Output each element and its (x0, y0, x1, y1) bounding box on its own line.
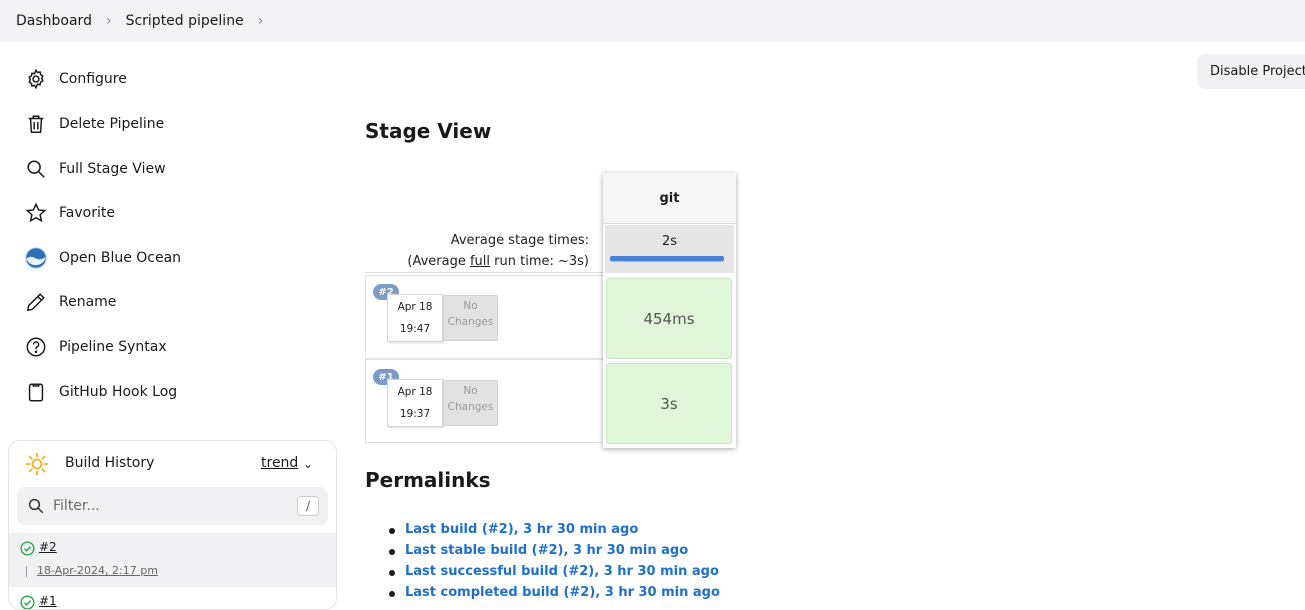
build-number-link[interactable]: #1 (39, 594, 57, 608)
build-row[interactable]: #2 18-Apr-2024, 2:17 pm (9, 533, 336, 587)
sidebar-item-label: GitHub Hook Log (59, 384, 178, 400)
sidebar-item-label: Open Blue Ocean (59, 250, 182, 266)
stage-cell-success[interactable]: 3s (606, 363, 732, 444)
sidebar-item-open-blue-ocean[interactable]: Open Blue Ocean (24, 246, 181, 270)
success-check-icon (20, 595, 35, 609)
list-item: Last stable build (#2), 3 hr 30 min ago (389, 543, 720, 564)
stage-average-time: 2s (661, 234, 678, 249)
stage-average-bar (610, 256, 724, 261)
stage-column-git: git 2s 454ms 3s (603, 173, 736, 448)
sidebar-item-label: Delete Pipeline (59, 116, 165, 132)
build-date-link[interactable]: 18-Apr-2024, 2:17 pm (37, 564, 158, 577)
no-changes-line1: No (463, 300, 478, 312)
sidebar-item-full-stage-view[interactable]: Full Stage View (24, 157, 166, 181)
help-icon (24, 335, 48, 359)
chevron-right-icon[interactable]: › (106, 13, 112, 29)
search-icon (24, 157, 48, 181)
permalink-last-completed-build[interactable]: Last completed build (#2), 3 hr 30 min a… (405, 585, 720, 600)
average-run-suffix: run time: ~3s) (490, 254, 589, 269)
permalink-last-stable-build[interactable]: Last stable build (#2), 3 hr 30 min ago (405, 543, 688, 558)
full-run-link[interactable]: full (470, 254, 490, 269)
star-icon (24, 201, 48, 225)
no-changes-line2: Changes (447, 401, 494, 413)
run-date: Apr 18 (397, 301, 433, 313)
gear-icon (24, 67, 48, 91)
sidebar-item-label: Configure (59, 71, 127, 87)
no-changes-box: No Changes (443, 295, 498, 341)
run-time: 19:47 (399, 323, 431, 335)
sidebar-item-label: Rename (59, 294, 117, 310)
sidebar-item-rename[interactable]: Rename (24, 290, 116, 314)
chevron-right-icon[interactable]: › (258, 13, 264, 29)
sidebar-item-delete-pipeline[interactable]: Delete Pipeline (24, 112, 164, 136)
sidebar-item-github-hook-log[interactable]: GitHub Hook Log (24, 380, 177, 404)
breadcrumb-dashboard[interactable]: Dashboard (16, 13, 92, 29)
chevron-down-icon[interactable]: ⌄ (303, 457, 313, 471)
sun-icon (25, 452, 49, 476)
search-icon (28, 498, 44, 514)
sidebar-item-label: Pipeline Syntax (59, 339, 167, 355)
blue-ocean-icon (24, 246, 48, 270)
filter-shortcut-key: / (297, 496, 319, 516)
average-run-time: (Average full run time: ~3s) (407, 254, 589, 269)
permalink-last-successful-build[interactable]: Last successful build (#2), 3 hr 30 min … (405, 564, 719, 579)
stage-header: git (603, 173, 736, 224)
stage-average-cell: 2s (605, 225, 734, 273)
average-run-prefix: (Average (407, 254, 470, 269)
stage-cell-success[interactable]: 454ms (606, 278, 732, 359)
build-history-header: Build History trend ⌄ (9, 441, 336, 487)
run-date-box: Apr 18 19:37 (387, 379, 443, 427)
disable-project-button[interactable]: Disable Project (1197, 54, 1305, 89)
trash-icon (24, 112, 48, 136)
run-time: 19:37 (399, 408, 431, 420)
sidebar-item-pipeline-syntax[interactable]: Pipeline Syntax (24, 335, 167, 359)
build-row[interactable]: #1 (9, 587, 336, 609)
divider (365, 272, 603, 273)
build-filter: / (17, 487, 328, 525)
sidebar-item-favorite[interactable]: Favorite (24, 201, 115, 225)
list-item: Last completed build (#2), 3 hr 30 min a… (389, 585, 720, 606)
list-item: Last build (#2), 3 hr 30 min ago (389, 522, 720, 543)
sidebar-item-label: Full Stage View (59, 161, 166, 177)
average-stage-times-label: Average stage times: (450, 233, 589, 248)
timeline-divider (26, 566, 27, 577)
trend-link[interactable]: trend (261, 455, 298, 471)
success-check-icon (20, 541, 35, 556)
run-date: Apr 18 (397, 386, 433, 398)
filter-input[interactable] (53, 495, 283, 517)
permalinks-title: Permalinks (365, 468, 491, 492)
sidebar-item-configure[interactable]: Configure (24, 67, 127, 91)
build-history-card: Build History trend ⌄ / #2 18-Apr-2024, … (8, 440, 337, 610)
build-number-link[interactable]: #2 (39, 540, 57, 554)
breadcrumb-scripted-pipeline[interactable]: Scripted pipeline (126, 13, 244, 29)
clipboard-icon (24, 380, 48, 404)
no-changes-box: No Changes (443, 380, 498, 426)
stage-view-title: Stage View (365, 119, 492, 143)
list-item: Last successful build (#2), 3 hr 30 min … (389, 564, 720, 585)
run-date-box: Apr 18 19:47 (387, 294, 443, 342)
permalink-last-build[interactable]: Last build (#2), 3 hr 30 min ago (405, 522, 638, 537)
no-changes-line1: No (463, 385, 478, 397)
permalinks-list: Last build (#2), 3 hr 30 min ago Last st… (389, 522, 720, 606)
breadcrumb: Dashboard › Scripted pipeline › (0, 0, 1305, 42)
no-changes-line2: Changes (447, 316, 494, 328)
build-history-title: Build History (65, 455, 155, 471)
sidebar-item-label: Favorite (59, 205, 115, 221)
pencil-icon (24, 290, 48, 314)
